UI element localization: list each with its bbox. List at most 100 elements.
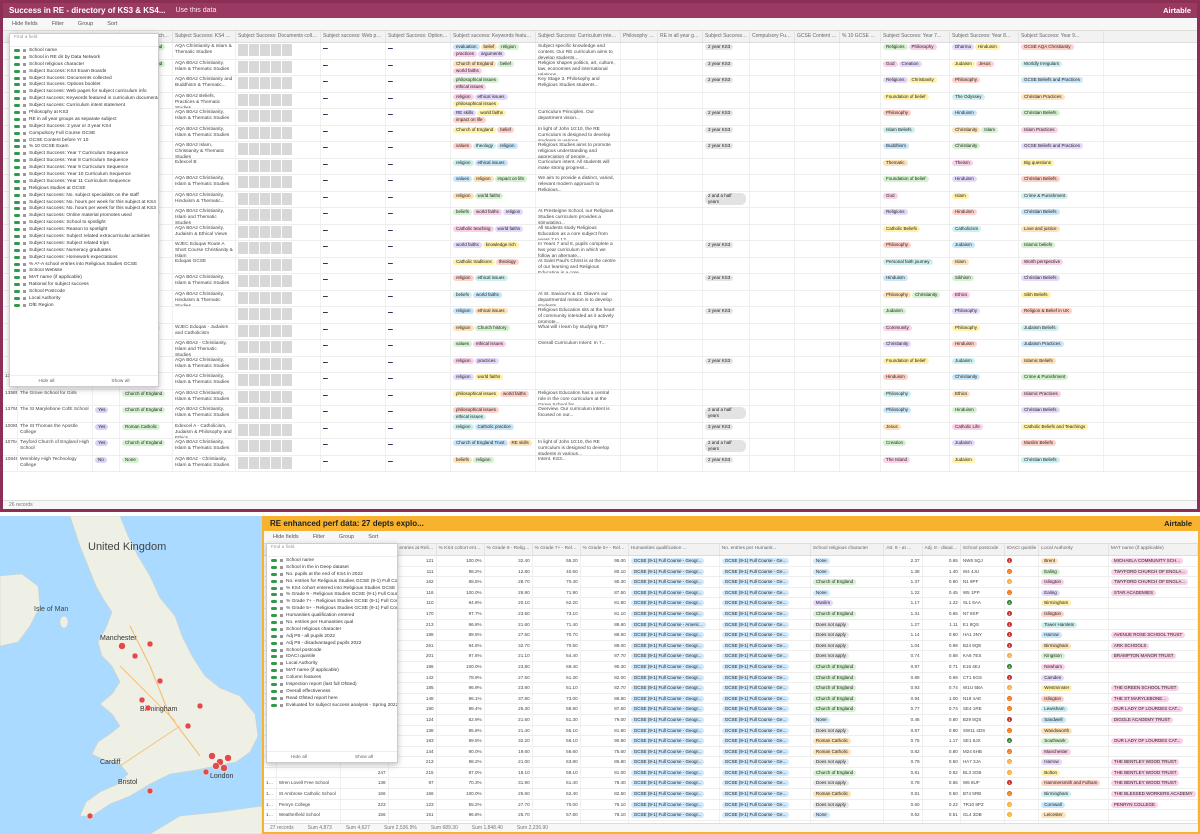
toggle-switch[interactable] — [14, 207, 20, 211]
options-link[interactable] — [388, 292, 393, 297]
table-row[interactable]: Church of EnglandAQA Christianity & Isla… — [3, 43, 1197, 60]
options-link[interactable] — [388, 259, 393, 264]
document-thumbnail[interactable] — [260, 225, 270, 238]
web-page-link[interactable] — [323, 292, 328, 297]
table-row[interactable]: 147253St Ambrose Catholic School16616610… — [264, 789, 1198, 800]
web-page-cell[interactable] — [321, 92, 386, 108]
table-row[interactable]: 22021396.8%21.6071.4088.60GCSE (9-1) Ful… — [264, 619, 1198, 631]
document-thumbnail[interactable] — [249, 209, 259, 221]
column-header[interactable]: MAT name (if applicable) — [1109, 544, 1198, 555]
document-thumbnail[interactable] — [282, 77, 292, 89]
web-page-link[interactable] — [323, 407, 328, 412]
school-name-cell[interactable]: Twyford Church of England High School — [18, 439, 93, 455]
table-row[interactable]: 18014278.9%27.5061.3082.00GCSE (9-1) Ful… — [264, 672, 1198, 684]
options-cell[interactable] — [386, 224, 451, 240]
field-toggle-item[interactable]: School religious character — [10, 61, 158, 68]
toggle-switch[interactable] — [14, 166, 20, 170]
field-toggle-item[interactable]: RE in all year groups as separate subjec… — [10, 116, 158, 123]
document-thumbnail[interactable] — [238, 209, 248, 221]
document-thumbnail[interactable] — [260, 242, 270, 254]
document-thumbnail[interactable] — [249, 126, 259, 139]
field-toggle-item[interactable]: Subject success: No. hours per week for … — [10, 205, 158, 212]
document-thumbnail[interactable] — [282, 374, 292, 386]
options-link[interactable] — [388, 193, 393, 198]
document-thumbnail[interactable] — [249, 176, 259, 188]
filter-button[interactable]: Filter — [49, 20, 67, 28]
field-toggle-item[interactable]: Subject Success: Documents collected — [10, 75, 158, 82]
options-link[interactable] — [388, 358, 393, 363]
table-row[interactable]: AQA B0A2 Christianity, Judaism & Ethical… — [3, 224, 1197, 241]
document-thumbnail[interactable] — [282, 440, 292, 452]
hide-fields-button[interactable]: Hide fields — [270, 533, 302, 541]
field-toggle-item[interactable]: Religious studies at GCSE — [10, 185, 158, 192]
field-toggle-item[interactable]: School in RE dir by Data Network — [10, 54, 158, 61]
web-page-link[interactable] — [323, 275, 328, 280]
options-link[interactable] — [388, 160, 393, 165]
toggle-switch[interactable] — [271, 565, 277, 569]
document-thumbnail[interactable] — [260, 209, 270, 221]
show-all-button[interactable]: Show all — [111, 379, 129, 384]
documents-cell[interactable] — [236, 340, 321, 356]
document-thumbnail[interactable] — [260, 192, 270, 205]
options-link[interactable] — [388, 391, 393, 396]
web-page-link[interactable] — [323, 226, 328, 231]
document-thumbnail[interactable] — [260, 176, 270, 188]
document-thumbnail[interactable] — [282, 242, 292, 254]
document-thumbnail[interactable] — [238, 291, 248, 304]
field-toggle-item[interactable]: No. entries per Humanities qual — [267, 619, 397, 626]
toggle-switch[interactable] — [271, 634, 277, 638]
options-cell[interactable] — [386, 175, 451, 191]
document-thumbnail[interactable] — [260, 60, 270, 73]
table-row[interactable]: 135899The Grove School for GirlsChurch o… — [3, 389, 1197, 406]
toggle-switch[interactable] — [271, 669, 277, 673]
toggle-switch[interactable] — [14, 241, 20, 245]
documents-cell[interactable] — [236, 257, 321, 273]
field-toggle-item[interactable]: DfE Region — [10, 302, 158, 309]
options-link[interactable] — [388, 424, 393, 429]
table-row[interactable]: 116116100.0%26.9071.9087.50GCSE (9-1) Fu… — [264, 587, 1198, 599]
options-link[interactable] — [388, 44, 393, 49]
field-toggle-item[interactable]: School postcode — [267, 647, 397, 654]
school-name-cell[interactable]: The Grove School for Girls — [18, 389, 93, 405]
field-toggle-item[interactable]: Subject success: Numeracy graduates — [10, 247, 158, 254]
document-thumbnail[interactable] — [282, 44, 292, 56]
table-row[interactable]: Roman CatholicWJEC Eduqas - Judaism and … — [3, 323, 1197, 340]
documents-cell[interactable] — [236, 224, 321, 240]
documents-cell[interactable] — [236, 175, 321, 191]
toggle-switch[interactable] — [14, 200, 20, 204]
table-row[interactable]: AQA B0A2 Christianity, Hinduism & Themat… — [3, 290, 1197, 307]
document-thumbnail[interactable] — [271, 324, 281, 337]
documents-cell[interactable] — [236, 142, 321, 158]
map-marker[interactable] — [86, 812, 94, 820]
column-header[interactable]: Subject Success: Options... — [386, 31, 451, 42]
document-thumbnail[interactable] — [271, 176, 281, 188]
column-header[interactable]: GCSE Content before... — [795, 31, 840, 42]
document-thumbnail[interactable] — [260, 93, 270, 106]
toggle-switch[interactable] — [271, 682, 277, 686]
toggle-switch[interactable] — [14, 234, 20, 238]
options-link[interactable] — [388, 308, 393, 313]
toggle-switch[interactable] — [271, 607, 277, 611]
document-thumbnail[interactable] — [271, 192, 281, 205]
document-thumbnail[interactable] — [260, 126, 270, 139]
options-link[interactable] — [388, 341, 393, 346]
options-link[interactable] — [388, 77, 393, 82]
document-thumbnail[interactable] — [271, 275, 281, 287]
column-header[interactable]: Subject success: Web pa... — [321, 31, 386, 42]
uk-map[interactable]: United Kingdom Isle of Man Manchester Bi… — [0, 516, 262, 834]
document-thumbnail[interactable] — [249, 390, 259, 403]
field-toggle-item[interactable]: Adj P8 - disadvantaged pupils 2022 — [267, 640, 397, 647]
document-thumbnail[interactable] — [282, 390, 292, 403]
documents-cell[interactable] — [236, 59, 321, 75]
web-page-cell[interactable] — [321, 208, 386, 224]
options-cell[interactable] — [386, 422, 451, 438]
table-row[interactable]: 15414896.1%37.8073.0086.80GCSE (9-1) Ful… — [264, 693, 1198, 705]
document-thumbnail[interactable] — [249, 44, 259, 56]
toggle-switch[interactable] — [271, 586, 277, 590]
toggle-switch[interactable] — [271, 703, 277, 707]
toggle-switch[interactable] — [271, 600, 277, 604]
map-marker[interactable] — [156, 677, 164, 685]
toggle-switch[interactable] — [271, 648, 277, 652]
document-thumbnail[interactable] — [249, 275, 259, 287]
column-header[interactable]: Subject Success: Curriculum intent st... — [536, 31, 621, 42]
